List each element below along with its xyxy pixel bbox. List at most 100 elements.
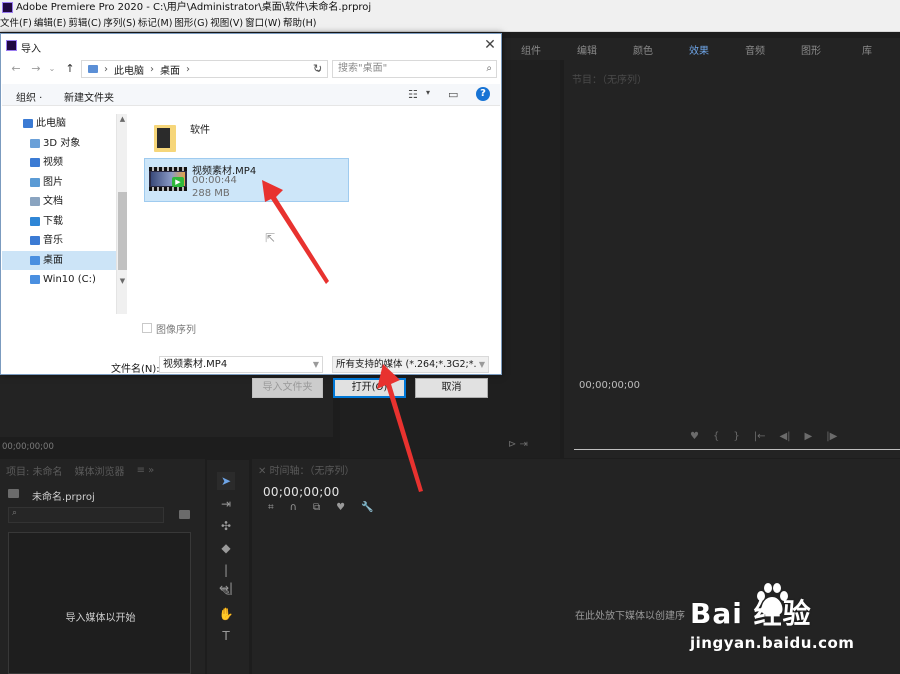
import-folder-button[interactable]: 导入文件夹: [252, 378, 323, 398]
program-monitor-panel: [564, 60, 900, 458]
filename-field[interactable]: 视频素材.MP4 ▼: [159, 356, 323, 373]
file-type-select[interactable]: 所有支持的媒体 (*.264;*.3G2;*. ▼: [332, 356, 489, 373]
file-duration: 00:00:44: [192, 175, 237, 186]
project-file-name: 未命名.prproj: [32, 492, 95, 503]
ripple-edit-icon[interactable]: ✣: [217, 517, 235, 535]
workspace-tab-editing[interactable]: 编辑: [559, 42, 615, 57]
menu-view[interactable]: 视图(V): [210, 16, 245, 31]
linked-selection-icon[interactable]: ⧉: [313, 502, 320, 513]
timeline-settings-icon[interactable]: 🔧: [361, 502, 373, 513]
breadcrumb-desktop[interactable]: 桌面: [160, 62, 180, 77]
tree-item-this-pc[interactable]: 此电脑: [2, 114, 116, 133]
tree-item-desktop[interactable]: 桌面: [2, 251, 116, 270]
tab-project[interactable]: 项目: 未命名: [6, 463, 63, 478]
project-media-area[interactable]: 导入媒体以开始: [8, 532, 191, 674]
tree-item-music[interactable]: 音乐: [2, 231, 116, 250]
file-type-value: 所有支持的媒体 (*.264;*.3G2;*.: [336, 359, 477, 370]
tree-item-label: 视频: [43, 157, 63, 168]
preview-pane-icon[interactable]: ▭: [448, 88, 458, 101]
open-button[interactable]: 打开(O): [333, 378, 406, 398]
address-bar[interactable]: › 此电脑 › 桌面 › ⌄: [81, 60, 328, 78]
snap-icon[interactable]: ∩: [290, 502, 297, 513]
hand-icon[interactable]: ✋: [217, 605, 235, 623]
workspace-tab-assembly[interactable]: 组件: [503, 42, 559, 57]
program-timecode: 00;00;00;00: [579, 380, 641, 391]
forward-icon[interactable]: →: [29, 62, 43, 76]
tree-scrollbar[interactable]: ▲ ▼: [116, 114, 127, 314]
menu-clip[interactable]: 剪辑(C): [68, 16, 103, 31]
tree-item-downloads[interactable]: 下载: [2, 212, 116, 231]
video-folder-icon: [30, 158, 40, 167]
track-select-icon[interactable]: ⇥: [217, 495, 235, 513]
slip-icon[interactable]: |↔|: [217, 561, 235, 595]
folder-name[interactable]: 软件: [190, 121, 210, 136]
recent-locations-icon[interactable]: ⌄: [45, 62, 59, 76]
image-sequence-label: 图像序列: [156, 325, 196, 336]
chevron-down-icon[interactable]: ▼: [313, 357, 319, 372]
workspace-tab-color[interactable]: 颜色: [615, 42, 671, 57]
tree-item-3d-objects[interactable]: 3D 对象: [2, 134, 116, 153]
menu-graphics[interactable]: 图形(G): [174, 16, 210, 31]
scroll-thumb[interactable]: [118, 192, 127, 270]
view-options-icon[interactable]: ☷: [408, 88, 418, 101]
new-folder-button[interactable]: 新建文件夹: [64, 89, 114, 104]
tab-timeline[interactable]: ✕ 时间轴：（无序列）: [258, 462, 355, 477]
menu-file[interactable]: 文件(F): [0, 16, 34, 31]
mark-in-icon[interactable]: {: [713, 431, 719, 442]
navigation-pane: 此电脑 3D 对象 视频 图片 文档 下载 音乐 桌面 Win10 (C:) ▲…: [2, 114, 128, 314]
back-icon[interactable]: ←: [9, 62, 23, 76]
workspace-tab-audio[interactable]: 音频: [727, 42, 783, 57]
tree-item-drive-c[interactable]: Win10 (C:): [2, 270, 116, 289]
drive-icon: [30, 275, 40, 284]
nest-icon[interactable]: ⌗: [268, 502, 274, 513]
file-item-video[interactable]: ▶ 视频素材.MP4 00:00:44 288 MB: [144, 158, 349, 202]
step-forward-icon[interactable]: |▶: [826, 431, 837, 442]
checkbox-icon[interactable]: [142, 323, 152, 333]
tab-media-browser[interactable]: 媒体浏览器: [75, 463, 125, 478]
menu-sequence[interactable]: 序列(S): [103, 16, 137, 31]
chevron-down-icon[interactable]: ▾: [426, 88, 430, 97]
organize-button[interactable]: 组织 ·: [16, 89, 42, 104]
panel-menu-icon[interactable]: ≡ »: [137, 465, 155, 476]
selection-tool-icon[interactable]: ➤: [217, 472, 235, 490]
scroll-up-icon[interactable]: ▲: [117, 114, 128, 124]
razor-icon[interactable]: ◆: [217, 539, 235, 557]
menu-window[interactable]: 窗口(W): [245, 16, 283, 31]
refresh-icon[interactable]: ↻: [313, 62, 322, 75]
pen-icon[interactable]: ✎: [217, 583, 235, 601]
program-seek-bar[interactable]: [574, 449, 900, 450]
tree-item-pictures[interactable]: 图片: [2, 173, 116, 192]
search-placeholder: 搜索"桌面": [338, 63, 388, 74]
workspace-tab-libraries[interactable]: 库: [839, 42, 895, 57]
folder-icon[interactable]: [154, 122, 176, 152]
tree-item-label: 文档: [43, 196, 63, 207]
help-icon[interactable]: ?: [476, 87, 490, 101]
tree-item-videos[interactable]: 视频: [2, 153, 116, 172]
timeline-drop-hint: 在此处放下媒体以创建序: [575, 611, 685, 622]
cancel-button[interactable]: 取消: [415, 378, 488, 398]
project-empty-hint: 导入媒体以开始: [65, 613, 136, 624]
search-input[interactable]: 搜索"桌面" ⌕: [332, 60, 497, 78]
marker-icon[interactable]: ♥: [690, 431, 699, 442]
scroll-down-icon[interactable]: ▼: [117, 276, 128, 286]
premiere-app-icon: [6, 40, 17, 51]
chevron-down-icon[interactable]: ▼: [476, 357, 485, 372]
close-icon[interactable]: ✕: [482, 37, 498, 53]
workspace-tab-graphics[interactable]: 图形: [783, 42, 839, 57]
step-back-icon[interactable]: ◀|: [779, 431, 790, 442]
breadcrumb-this-pc[interactable]: 此电脑: [114, 62, 144, 77]
menu-edit[interactable]: 编辑(E): [34, 16, 68, 31]
menu-markers[interactable]: 标记(M): [138, 16, 175, 31]
new-bin-icon[interactable]: [179, 510, 190, 519]
type-icon[interactable]: T: [217, 627, 235, 645]
workspace-tab-effects[interactable]: 效果: [671, 42, 727, 63]
project-search-input[interactable]: ⌕: [8, 507, 164, 523]
up-icon[interactable]: ↑: [63, 62, 77, 76]
mark-out-icon[interactable]: }: [733, 431, 739, 442]
tree-item-documents[interactable]: 文档: [2, 192, 116, 211]
downloads-folder-icon: [30, 217, 40, 226]
play-icon[interactable]: ▶: [805, 431, 813, 442]
add-marker-icon[interactable]: ♥: [336, 502, 345, 513]
menu-help[interactable]: 帮助(H): [283, 16, 319, 31]
go-to-in-icon[interactable]: |←: [754, 431, 766, 442]
